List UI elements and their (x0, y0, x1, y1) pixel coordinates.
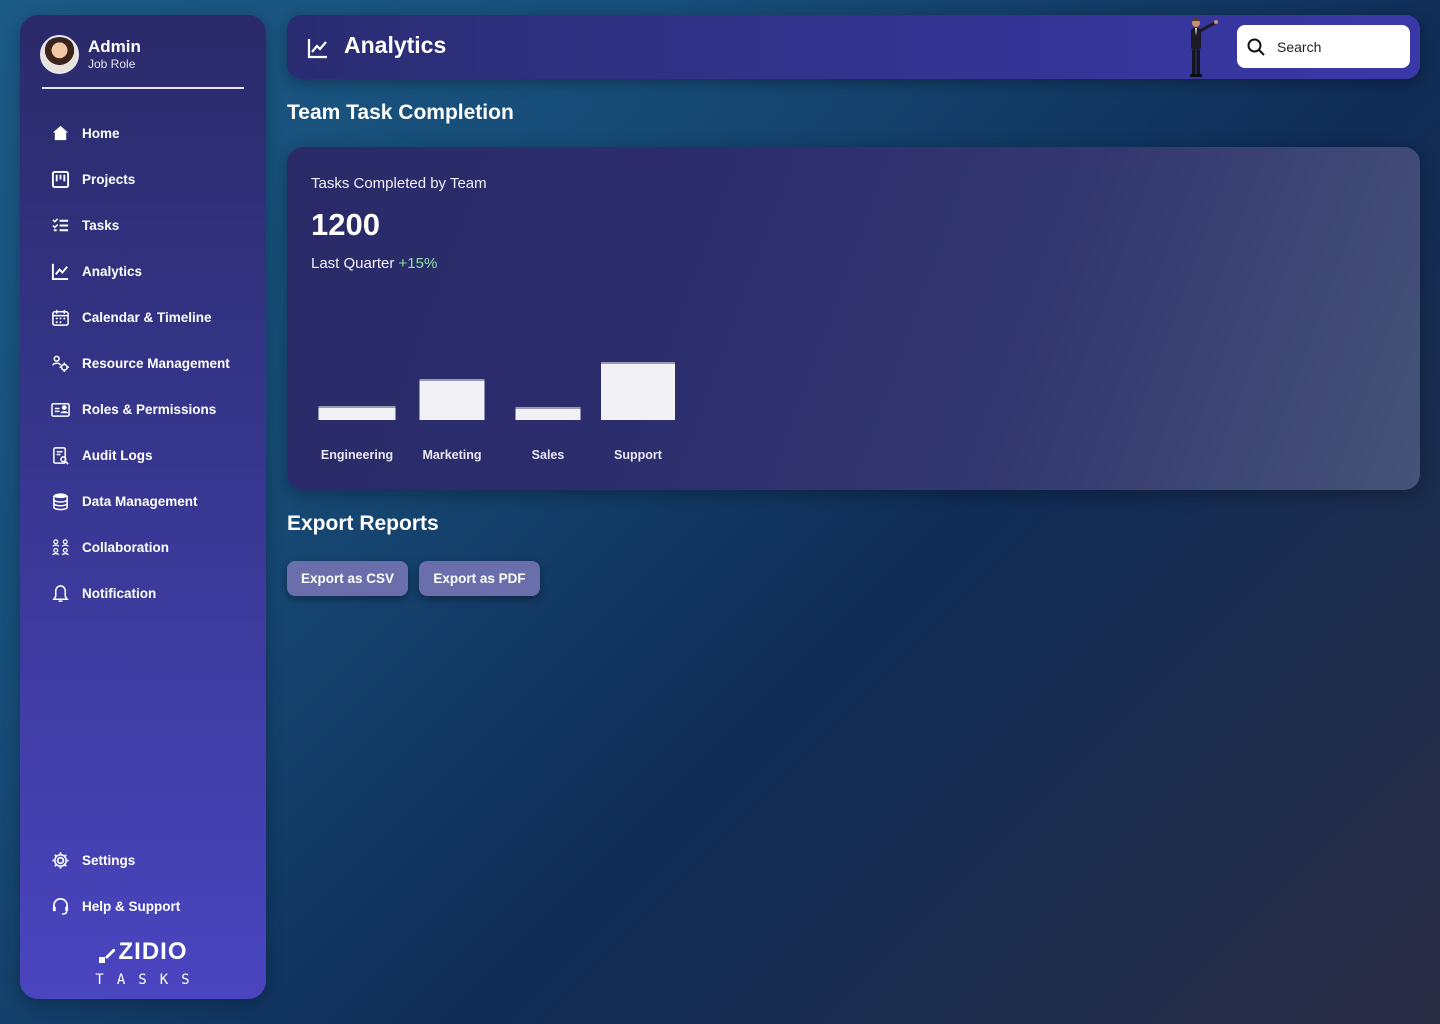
sidebar-item-roles[interactable]: Roles & Permissions (50, 396, 216, 422)
sidebar-item-home[interactable]: Home (50, 120, 120, 146)
logo-mark-icon (98, 944, 115, 963)
sidebar-item-audit-logs[interactable]: Audit Logs (50, 442, 153, 468)
top-header: Analytics (287, 15, 1420, 79)
x-tick-label: Engineering (321, 448, 393, 462)
brand-logo: ZIDIO TASKS (20, 938, 266, 988)
x-tick-label: Marketing (422, 448, 481, 462)
sidebar-item-label: Resource Management (82, 355, 230, 371)
search-icon (1247, 38, 1265, 56)
x-tick-label: Sales (532, 448, 565, 462)
bar-engineering[interactable] (318, 406, 396, 420)
search-box[interactable] (1237, 25, 1410, 68)
sidebar-item-label: Tasks (82, 217, 120, 233)
sidebar-item-label: Audit Logs (82, 447, 153, 463)
collaboration-icon (50, 537, 70, 557)
brand-name: ZIDIO (118, 938, 188, 965)
analytics-icon (307, 37, 329, 59)
bar-top-edge (515, 407, 581, 409)
sidebar-divider (42, 87, 244, 89)
sidebar-item-label: Settings (82, 852, 136, 868)
sidebar-item-label: Home (82, 125, 120, 141)
brand-tagline: TASKS (95, 972, 203, 988)
sidebar-item-help-support[interactable]: Help & Support (50, 893, 180, 919)
sidebar-item-collaboration[interactable]: Collaboration (50, 534, 169, 560)
sidebar-item-label: Data Management (82, 493, 198, 509)
avatar (40, 35, 79, 74)
sidebar-item-projects[interactable]: Projects (50, 166, 135, 192)
search-input[interactable] (1277, 38, 1397, 55)
resource-icon (50, 353, 70, 373)
projects-icon (50, 169, 70, 189)
team-task-card: Tasks Completed by Team 1200 Last Quarte… (287, 147, 1420, 490)
sidebar-item-label: Notification (82, 585, 157, 601)
calendar-icon (50, 307, 70, 327)
sidebar-item-label: Analytics (82, 263, 143, 279)
sidebar-item-label: Projects (82, 171, 136, 187)
profile-role: Job Role (88, 57, 136, 71)
database-icon (50, 491, 70, 511)
sidebar-item-settings[interactable]: Settings (50, 847, 135, 873)
sidebar-item-calendar[interactable]: Calendar & Timeline (50, 304, 212, 330)
bar-marketing[interactable] (419, 379, 485, 420)
section-title-export-reports: Export Reports (287, 512, 439, 535)
roles-icon (50, 399, 70, 419)
sidebar: Admin Job Role Home Projects Tasks Analy… (20, 15, 266, 999)
team-task-bar-chart: Engineering Marketing Sales Support (318, 362, 675, 462)
audit-icon (50, 445, 70, 465)
export-csv-button[interactable]: Export as CSV (287, 561, 408, 596)
export-pdf-button[interactable]: Export as PDF (419, 561, 540, 596)
sidebar-item-label: Roles & Permissions (82, 401, 217, 417)
sidebar-item-notification[interactable]: Notification (50, 580, 156, 606)
bar-top-edge (419, 379, 485, 381)
section-title-team-task-completion: Team Task Completion (287, 101, 514, 124)
sidebar-item-label: Collaboration (82, 539, 169, 555)
profile[interactable]: Admin Job Role (40, 35, 141, 74)
bar-top-edge (601, 362, 675, 364)
x-tick-label: Support (614, 448, 663, 462)
bar-top-edge (318, 406, 396, 408)
bar-support[interactable] (601, 362, 675, 420)
tasks-icon (50, 215, 70, 235)
home-icon (50, 123, 70, 143)
sidebar-item-label: Help & Support (82, 898, 181, 914)
sidebar-item-resource-management[interactable]: Resource Management (50, 350, 230, 376)
gear-icon (50, 850, 70, 870)
profile-name: Admin (88, 37, 141, 56)
sidebar-item-label: Calendar & Timeline (82, 309, 212, 325)
headset-icon (50, 896, 70, 916)
bell-icon (50, 583, 70, 603)
mascot-illustration (1190, 18, 1218, 77)
analytics-icon (50, 261, 70, 281)
sidebar-item-analytics[interactable]: Analytics (50, 258, 142, 284)
sidebar-item-tasks[interactable]: Tasks (50, 212, 119, 238)
sidebar-item-data-management[interactable]: Data Management (50, 488, 198, 514)
page-title: Analytics (344, 32, 447, 58)
